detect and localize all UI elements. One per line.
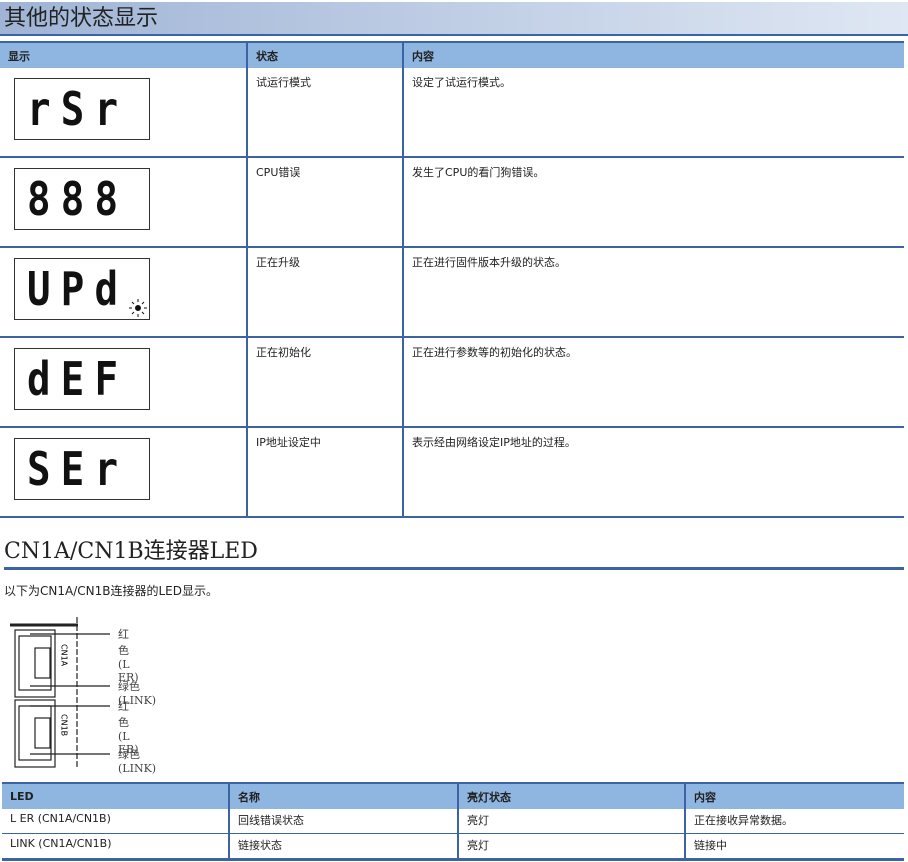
section-title-other-status: 其他的状态显示 [0, 2, 908, 36]
content-cell: 表示经由网络设定IP地址的过程。 [402, 427, 904, 518]
table-row: L ER (CN1A/CN1B) 回线错误状态 亮灯 正在接收异常数据。 [2, 809, 904, 834]
cell: LINK (CN1A/CN1B) [2, 833, 229, 861]
display-cell: SEr [0, 427, 247, 518]
status-cell: IP地址设定中 [246, 427, 403, 518]
connector-diagram: CN1A CN1B 红色 (L ER) 绿色 (LINK) 红色 (L ER) … [0, 612, 156, 776]
header-content: 内容 [402, 41, 904, 68]
section-title-connector-led: CN1A/CN1B连接器LED [4, 533, 904, 570]
header-content: 内容 [684, 782, 904, 809]
display-cell: dEF [0, 337, 247, 428]
table-row: dEF 正在初始化 正在进行参数等的初始化的状态。 [0, 337, 904, 428]
display-readout: dEF [27, 352, 129, 406]
status-display-table: 显示 状态 内容 rSr 试运行模式 设定了试运行模式。 888 CPU错误 发生… [0, 41, 904, 518]
cell: 亮灯 [457, 809, 685, 834]
cell: 亮灯 [457, 833, 685, 861]
content-cell: 正在进行参数等的初始化的状态。 [402, 337, 904, 428]
content-cell: 正在进行固件版本升级的状态。 [402, 247, 904, 338]
connector-illustration: CN1A CN1B [10, 617, 112, 768]
led-label-red-a: 红色 (L ER) [118, 628, 139, 684]
display-readout: UPd [27, 262, 129, 316]
status-cell: 正在初始化 [246, 337, 403, 428]
table-header: 显示 状态 内容 [0, 41, 904, 68]
display-readout: SEr [27, 442, 129, 496]
header-name: 名称 [228, 782, 458, 809]
header-display: 显示 [0, 41, 247, 68]
display-readout: rSr [27, 82, 129, 136]
seven-segment-display: 888 [14, 168, 150, 230]
blink-icon [129, 299, 147, 317]
table-header: LED 名称 亮灯状态 内容 [2, 782, 904, 809]
display-readout: 888 [27, 172, 129, 226]
table-row: SEr IP地址设定中 表示经由网络设定IP地址的过程。 [0, 427, 904, 518]
seven-segment-display: rSr [14, 78, 150, 140]
port-label-cn1a: CN1A [60, 644, 69, 667]
intro-text: 以下为CN1A/CN1B连接器的LED显示。 [4, 584, 218, 598]
table-row: 888 CPU错误 发生了CPU的看门狗错误。 [0, 157, 904, 248]
cell: 正在接收异常数据。 [684, 809, 904, 834]
table-row: rSr 试运行模式 设定了试运行模式。 [0, 68, 904, 158]
seven-segment-display: UPd [14, 258, 150, 320]
content-cell: 发生了CPU的看门狗错误。 [402, 157, 904, 248]
cell: 链接状态 [228, 833, 458, 861]
cell: 回线错误状态 [228, 809, 458, 834]
status-cell: 试运行模式 [246, 68, 403, 158]
table-row: UPd 正在升级 正在进行固件版本升级的状态。 [0, 247, 904, 338]
display-cell: UPd [0, 247, 247, 338]
display-cell: 888 [0, 157, 247, 248]
header-light-state: 亮灯状态 [457, 782, 685, 809]
seven-segment-display: dEF [14, 348, 150, 410]
table-row: LINK (CN1A/CN1B) 链接状态 亮灯 链接中 [2, 833, 904, 861]
cell: L ER (CN1A/CN1B) [2, 809, 229, 834]
seven-segment-display: SEr [14, 438, 150, 500]
led-label-green-b: 绿色 (LINK) [118, 748, 157, 775]
header-led: LED [2, 782, 229, 809]
status-cell: CPU错误 [246, 157, 403, 248]
led-table: LED 名称 亮灯状态 内容 L ER (CN1A/CN1B) 回线错误状态 亮灯正… [2, 782, 904, 861]
header-status: 状态 [246, 41, 403, 68]
content-cell: 设定了试运行模式。 [402, 68, 904, 158]
status-cell: 正在升级 [246, 247, 403, 338]
cell: 链接中 [684, 833, 904, 861]
port-label-cn1b: CN1B [60, 714, 69, 736]
display-cell: rSr [0, 68, 247, 158]
